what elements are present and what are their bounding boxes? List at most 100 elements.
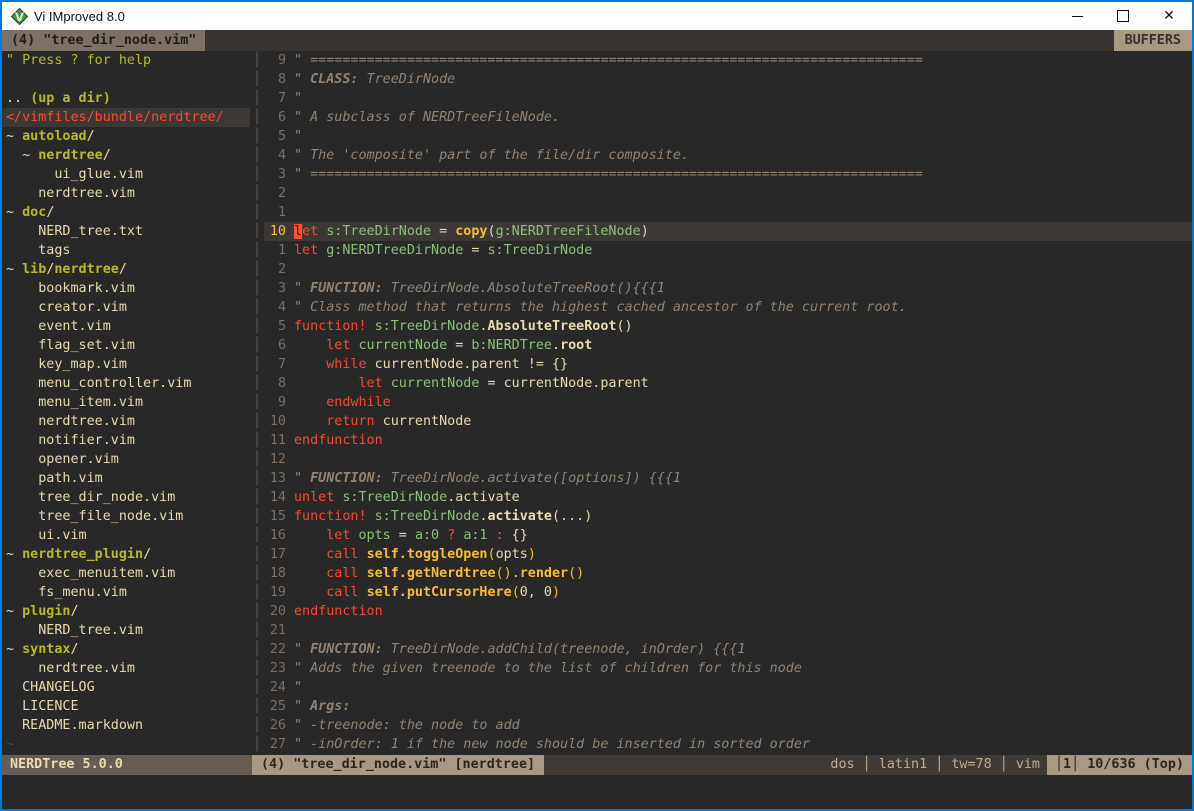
code-line[interactable]: 4" The 'composite' part of the file/dir … xyxy=(264,146,1192,165)
nerdtree-file-ui-vim[interactable]: ui.vim xyxy=(2,526,250,545)
code-line[interactable]: 14unlet s:TreeDirNode.activate xyxy=(264,488,1192,507)
code-line[interactable]: 5" xyxy=(264,127,1192,146)
token: render xyxy=(520,566,568,581)
code-line[interactable]: 21 xyxy=(264,621,1192,640)
code-line[interactable]: 17 call self.toggleOpen(opts) xyxy=(264,545,1192,564)
code-line[interactable]: 10let s:TreeDirNode = copy(g:NERDTreeFil… xyxy=(264,222,1192,241)
nerdtree-file-bookmark-vim[interactable]: bookmark.vim xyxy=(2,279,250,298)
nerdtree-dir-syntax[interactable]: ~ syntax/ xyxy=(2,640,250,659)
nerdtree-file-ui_glue-vim[interactable]: ui_glue.vim xyxy=(2,165,250,184)
code-line[interactable]: 8" CLASS: TreeDirNode xyxy=(264,70,1192,89)
nerdtree-file-licence[interactable]: LICENCE xyxy=(2,697,250,716)
token: / xyxy=(143,547,151,562)
nerdtree-file-nerdtree-vim-syntax[interactable]: nerdtree.vim xyxy=(2,659,250,678)
code-line[interactable]: 16 let opts = a:0 ? a:1 : {} xyxy=(264,526,1192,545)
nerdtree-dir-autoload[interactable]: ~ autoload/ xyxy=(2,127,250,146)
code-line[interactable]: 1let g:NERDTreeDirNode = s:TreeDirNode xyxy=(264,241,1192,260)
tab-current-buffer[interactable]: (4) "tree_dir_node.vim" xyxy=(2,30,205,51)
nerdtree-file-changelog[interactable]: CHANGELOG xyxy=(2,678,250,697)
code-line[interactable]: 5function! s:TreeDirNode.AbsoluteTreeRoo… xyxy=(264,317,1192,336)
code-line[interactable]: 3" =====================================… xyxy=(264,165,1192,184)
token: / xyxy=(46,205,54,220)
token: endfunction xyxy=(294,433,383,448)
token: = xyxy=(431,224,455,239)
nerdtree-dir-doc[interactable]: ~ doc/ xyxy=(2,203,250,222)
command-line[interactable] xyxy=(2,775,1192,809)
code-line[interactable]: 7" xyxy=(264,89,1192,108)
nerdtree-file-fs_menu-vim[interactable]: fs_menu.vim xyxy=(2,583,250,602)
nerdtree-file-event-vim[interactable]: event.vim xyxy=(2,317,250,336)
nerdtree-file-key_map-vim[interactable]: key_map.vim xyxy=(2,355,250,374)
token: currentNode xyxy=(359,338,448,353)
code-line[interactable]: 20endfunction xyxy=(264,602,1192,621)
token: .activate xyxy=(447,490,520,505)
line-number: 1 xyxy=(268,203,286,222)
token: CLASS: xyxy=(310,72,358,87)
code-line[interactable]: 9 endwhile xyxy=(264,393,1192,412)
code-line[interactable]: 25" Args: xyxy=(264,697,1192,716)
code-line[interactable]: 18 call self.getNerdtree().render() xyxy=(264,564,1192,583)
nerdtree-file-nerd_tree-vim[interactable]: NERD_tree.vim xyxy=(2,621,250,640)
code-line[interactable]: 19 call self.putCursorHere(0, 0) xyxy=(264,583,1192,602)
nerdtree-file-flag_set-vim[interactable]: flag_set.vim xyxy=(2,336,250,355)
token: " xyxy=(294,642,310,657)
code-line[interactable]: 3" FUNCTION: TreeDirNode.AbsoluteTreeRoo… xyxy=(264,279,1192,298)
nerdtree-file-menu_item-vim[interactable]: menu_item.vim xyxy=(2,393,250,412)
nerdtree-file-notifier-vim[interactable]: notifier.vim xyxy=(2,431,250,450)
code-line[interactable]: 26" -treenode: the node to add xyxy=(264,716,1192,735)
token: tags xyxy=(6,243,71,258)
nerdtree-file-tree_file_node-vim[interactable]: tree_file_node.vim xyxy=(2,507,250,526)
title-bar[interactable]: V Vi IMproved 8.0 ✕ xyxy=(2,2,1192,30)
code-line[interactable]: 11endfunction xyxy=(264,431,1192,450)
nerdtree-up-a-dir[interactable]: .. (up a dir) xyxy=(2,89,250,108)
code-line[interactable]: 6" A subclass of NERDTreeFileNode. xyxy=(264,108,1192,127)
code-line[interactable]: 13" FUNCTION: TreeDirNode.activate([opti… xyxy=(264,469,1192,488)
maximize-button[interactable] xyxy=(1100,2,1146,30)
token: et xyxy=(302,224,326,239)
nerdtree-blank-line[interactable] xyxy=(2,70,250,89)
nerdtree-file-menu_controller-vim[interactable]: menu_controller.vim xyxy=(2,374,250,393)
minimize-button[interactable] xyxy=(1054,2,1100,30)
code-line[interactable]: 23" Adds the given treenode to the list … xyxy=(264,659,1192,678)
line-number: 4 xyxy=(268,298,286,317)
line-number: 19 xyxy=(268,583,286,602)
code-line[interactable]: 27" -inOrder: 1 if the new node should b… xyxy=(264,735,1192,754)
window-separator[interactable]: │ │ │ │ │ │ │ │ │ │ │ │ │ │ │ │ │ │ │ │ … xyxy=(250,51,264,755)
close-button[interactable]: ✕ xyxy=(1146,2,1192,30)
nerdtree-file-exec_menuitem-vim[interactable]: exec_menuitem.vim xyxy=(2,564,250,583)
nerdtree-file-opener-vim[interactable]: opener.vim xyxy=(2,450,250,469)
code-line[interactable]: 22" FUNCTION: TreeDirNode.addChild(treen… xyxy=(264,640,1192,659)
code-line[interactable]: 1 xyxy=(264,203,1192,222)
nerdtree-help-line[interactable]: " Press ? for help xyxy=(2,51,250,70)
nerdtree-dir-autoload-nerdtree[interactable]: ~ nerdtree/ xyxy=(2,146,250,165)
code-line[interactable]: 15function! s:TreeDirNode.activate(...) xyxy=(264,507,1192,526)
nerdtree-dir-lib-nerdtree[interactable]: ~ lib/nerdtree/ xyxy=(2,260,250,279)
code-line[interactable]: 7 while currentNode.parent != {} xyxy=(264,355,1192,374)
nerdtree-file-nerdtree-vim-lib[interactable]: nerdtree.vim xyxy=(2,412,250,431)
code-line[interactable]: 24" xyxy=(264,678,1192,697)
nerdtree-file-nerdtree-vim[interactable]: nerdtree.vim xyxy=(2,184,250,203)
code-line[interactable]: 4" Class method that returns the highest… xyxy=(264,298,1192,317)
buffers-tab[interactable]: BUFFERS xyxy=(1114,30,1192,51)
nerdtree-file-path-vim[interactable]: path.vim xyxy=(2,469,250,488)
code-line[interactable]: 9" =====================================… xyxy=(264,51,1192,70)
token: let xyxy=(359,376,391,391)
nerdtree-end-of-buffer[interactable]: ~ xyxy=(2,735,250,754)
code-line[interactable]: 10 return currentNode xyxy=(264,412,1192,431)
nerdtree-file-nerd_tree-txt[interactable]: NERD_tree.txt xyxy=(2,222,250,241)
code-line[interactable]: 12 xyxy=(264,450,1192,469)
token: FUNCTION: xyxy=(310,642,383,657)
nerdtree-root-path[interactable]: </vimfiles/bundle/nerdtree/ xyxy=(2,108,250,127)
code-line[interactable]: 2 xyxy=(264,184,1192,203)
nerdtree-file-creator-vim[interactable]: creator.vim xyxy=(2,298,250,317)
code-line[interactable]: 8 let currentNode = currentNode.parent xyxy=(264,374,1192,393)
nerdtree-file-readme-markdown[interactable]: README.markdown xyxy=(2,716,250,735)
nerdtree-dir-plugin[interactable]: ~ plugin/ xyxy=(2,602,250,621)
statusline-nerdtree-version: NERDTree 5.0.0 xyxy=(2,755,252,775)
token: nerdtree.vim xyxy=(6,661,135,676)
nerdtree-file-tags[interactable]: tags xyxy=(2,241,250,260)
nerdtree-file-tree_dir_node-vim[interactable]: tree_dir_node.vim xyxy=(2,488,250,507)
code-line[interactable]: 2 xyxy=(264,260,1192,279)
nerdtree-dir-nerdtree_plugin[interactable]: ~ nerdtree_plugin/ xyxy=(2,545,250,564)
code-line[interactable]: 6 let currentNode = b:NERDTree.root xyxy=(264,336,1192,355)
